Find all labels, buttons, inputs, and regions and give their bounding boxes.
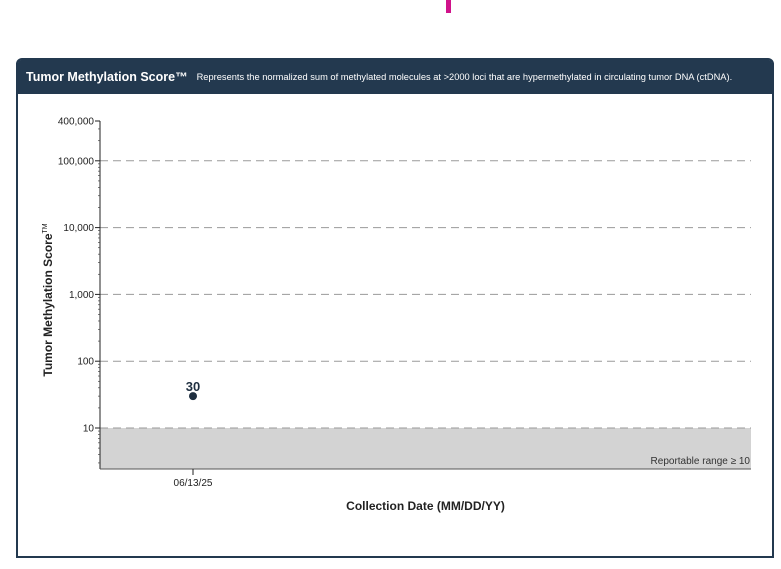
reportable-range-label: Reportable range ≥ 10 <box>651 456 751 467</box>
methylation-chart: 101001,00010,000100,000400,000 06/13/25 … <box>41 117 751 513</box>
y-tick-label: 10,000 <box>63 223 94 234</box>
x-axis-title: Collection Date (MM/DD/YY) <box>346 499 505 513</box>
y-axis: 10 100 1,000 10,000 100,000 400,000 <box>58 117 101 469</box>
y-axis-title: Tumor Methylation ScoreTM <box>41 223 55 376</box>
y-tick-label: 10 <box>83 424 95 435</box>
data-points: 30 <box>186 379 200 401</box>
x-tick-label: 06/13/25 <box>174 478 213 489</box>
y-axis-title-text: Tumor Methylation Score <box>41 233 55 376</box>
y-tick-label: 100,000 <box>58 156 95 167</box>
y-tick-label: 400,000 <box>58 117 95 128</box>
x-axis: 06/13/25 <box>100 468 751 489</box>
y-tick-label: 1,000 <box>69 290 94 301</box>
data-point-label: 30 <box>186 379 200 394</box>
y-tick-label: 100 <box>77 357 94 368</box>
y-axis-title-superscript: TM <box>42 223 49 233</box>
